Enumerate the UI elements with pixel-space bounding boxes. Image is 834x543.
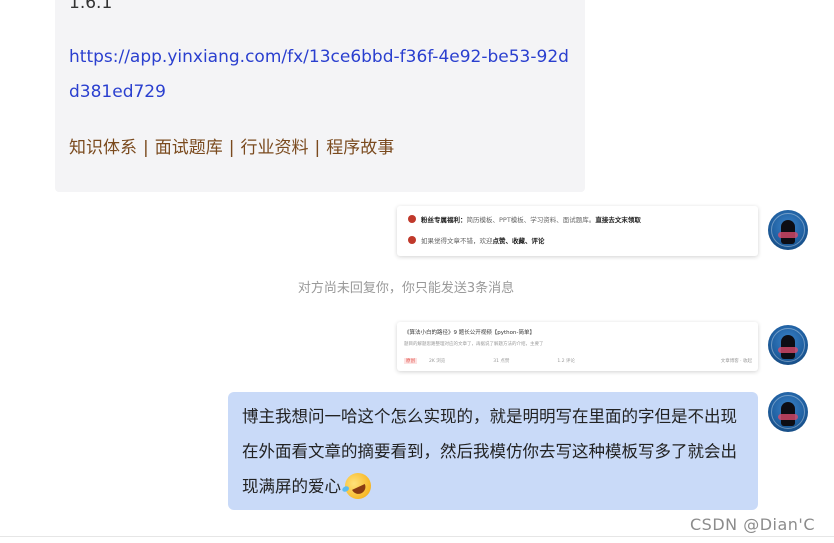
divider [0, 536, 834, 537]
laughing-tears-emoji-icon [340, 468, 376, 504]
avatar-glow [778, 347, 798, 353]
card-row: 如果觉得文章不错，欢迎 点赞、收藏、评论 [408, 235, 545, 245]
outgoing-message-bubble[interactable]: 博主我想问一哈这个怎么实现的，就是明明写在里面的字但是不出现在外面看文章的摘要看… [228, 392, 758, 510]
original-badge: 原创 [404, 358, 417, 364]
card-row-text: 如果觉得文章不错，欢迎 [421, 237, 493, 245]
outgoing-text: 博主我想问一哈这个怎么实现的，就是明明写在里面的字但是不出现在外面看文章的摘要看… [242, 407, 737, 496]
avatar-glow [778, 414, 798, 420]
tag-separator: | [143, 138, 149, 158]
sent-image-card-benefits[interactable]: 粉丝专属福利： 简历模板、PPT模板、学习资料、面试题库。 直接去文末领取 如果… [397, 206, 758, 256]
outgoing-message-text: 博主我想问一哈这个怎么实现的，就是明明写在里面的字但是不出现在外面看文章的摘要看… [242, 399, 747, 504]
csdn-watermark: CSDN @Dian'C [690, 515, 815, 534]
bullet-icon [408, 236, 416, 244]
meta-views: 2K 浏览 [429, 359, 446, 364]
article-desc: 题目的解题思路整理对应的文章了，再据说了解题方法的介绍，主要了 [404, 342, 544, 347]
article-title: 《算法小白的路径》9 题长公开视频【python-简单】 [404, 330, 535, 336]
card-row-text: 简历模板、PPT模板、学习资料、面试题库。 [466, 216, 596, 224]
card-row: 粉丝专属福利： 简历模板、PPT模板、学习资料、面试题库。 直接去文末领取 [408, 214, 641, 224]
avatar-glow [778, 232, 798, 238]
tag-interview: 面试题库 [154, 138, 223, 158]
avatar[interactable] [768, 325, 808, 365]
meta-likes: 31 点赞 [493, 359, 510, 364]
system-notice: 对方尚未回复你，你只能发送3条消息 [297, 281, 515, 296]
sent-image-card-article[interactable]: 《算法小白的路径》9 题长公开视频【python-简单】 题目的解题思路整理对应… [397, 322, 758, 371]
bullet-icon [408, 215, 416, 223]
tag-stories: 程序故事 [326, 138, 395, 158]
meta-right: 文章博客 ‧ 收起 [720, 359, 752, 364]
tag-separator: | [314, 138, 321, 158]
avatar[interactable] [768, 392, 808, 432]
meta-comments: 1.2 评论 [557, 359, 576, 364]
card-row-bold: 粉丝专属福利： [421, 216, 467, 224]
tag-knowledge: 知识体系 [69, 138, 137, 158]
avatar[interactable] [768, 210, 808, 250]
tag-separator: | [228, 138, 235, 158]
card-row-tail: 点赞、收藏、评论 [492, 237, 545, 245]
incoming-link[interactable]: https://app.yinxiang.com/fx/13ce6bbd-f36… [69, 40, 569, 110]
incoming-message-bubble: 1.6.1 https://app.yinxiang.com/fx/13ce6b… [55, 0, 585, 192]
tag-industry: 行业资料 [240, 138, 309, 158]
card-row-tail: 直接去文末领取 [595, 216, 641, 224]
incoming-cutoff-text: 1.6.1 [69, 0, 113, 13]
incoming-tags: 知识体系 | 面试题库 | 行业资料 | 程序故事 [69, 136, 394, 160]
article-meta: 原创 2K 浏览 31 点赞 1.2 评论 文章博客 ‧ 收起 [404, 358, 752, 364]
